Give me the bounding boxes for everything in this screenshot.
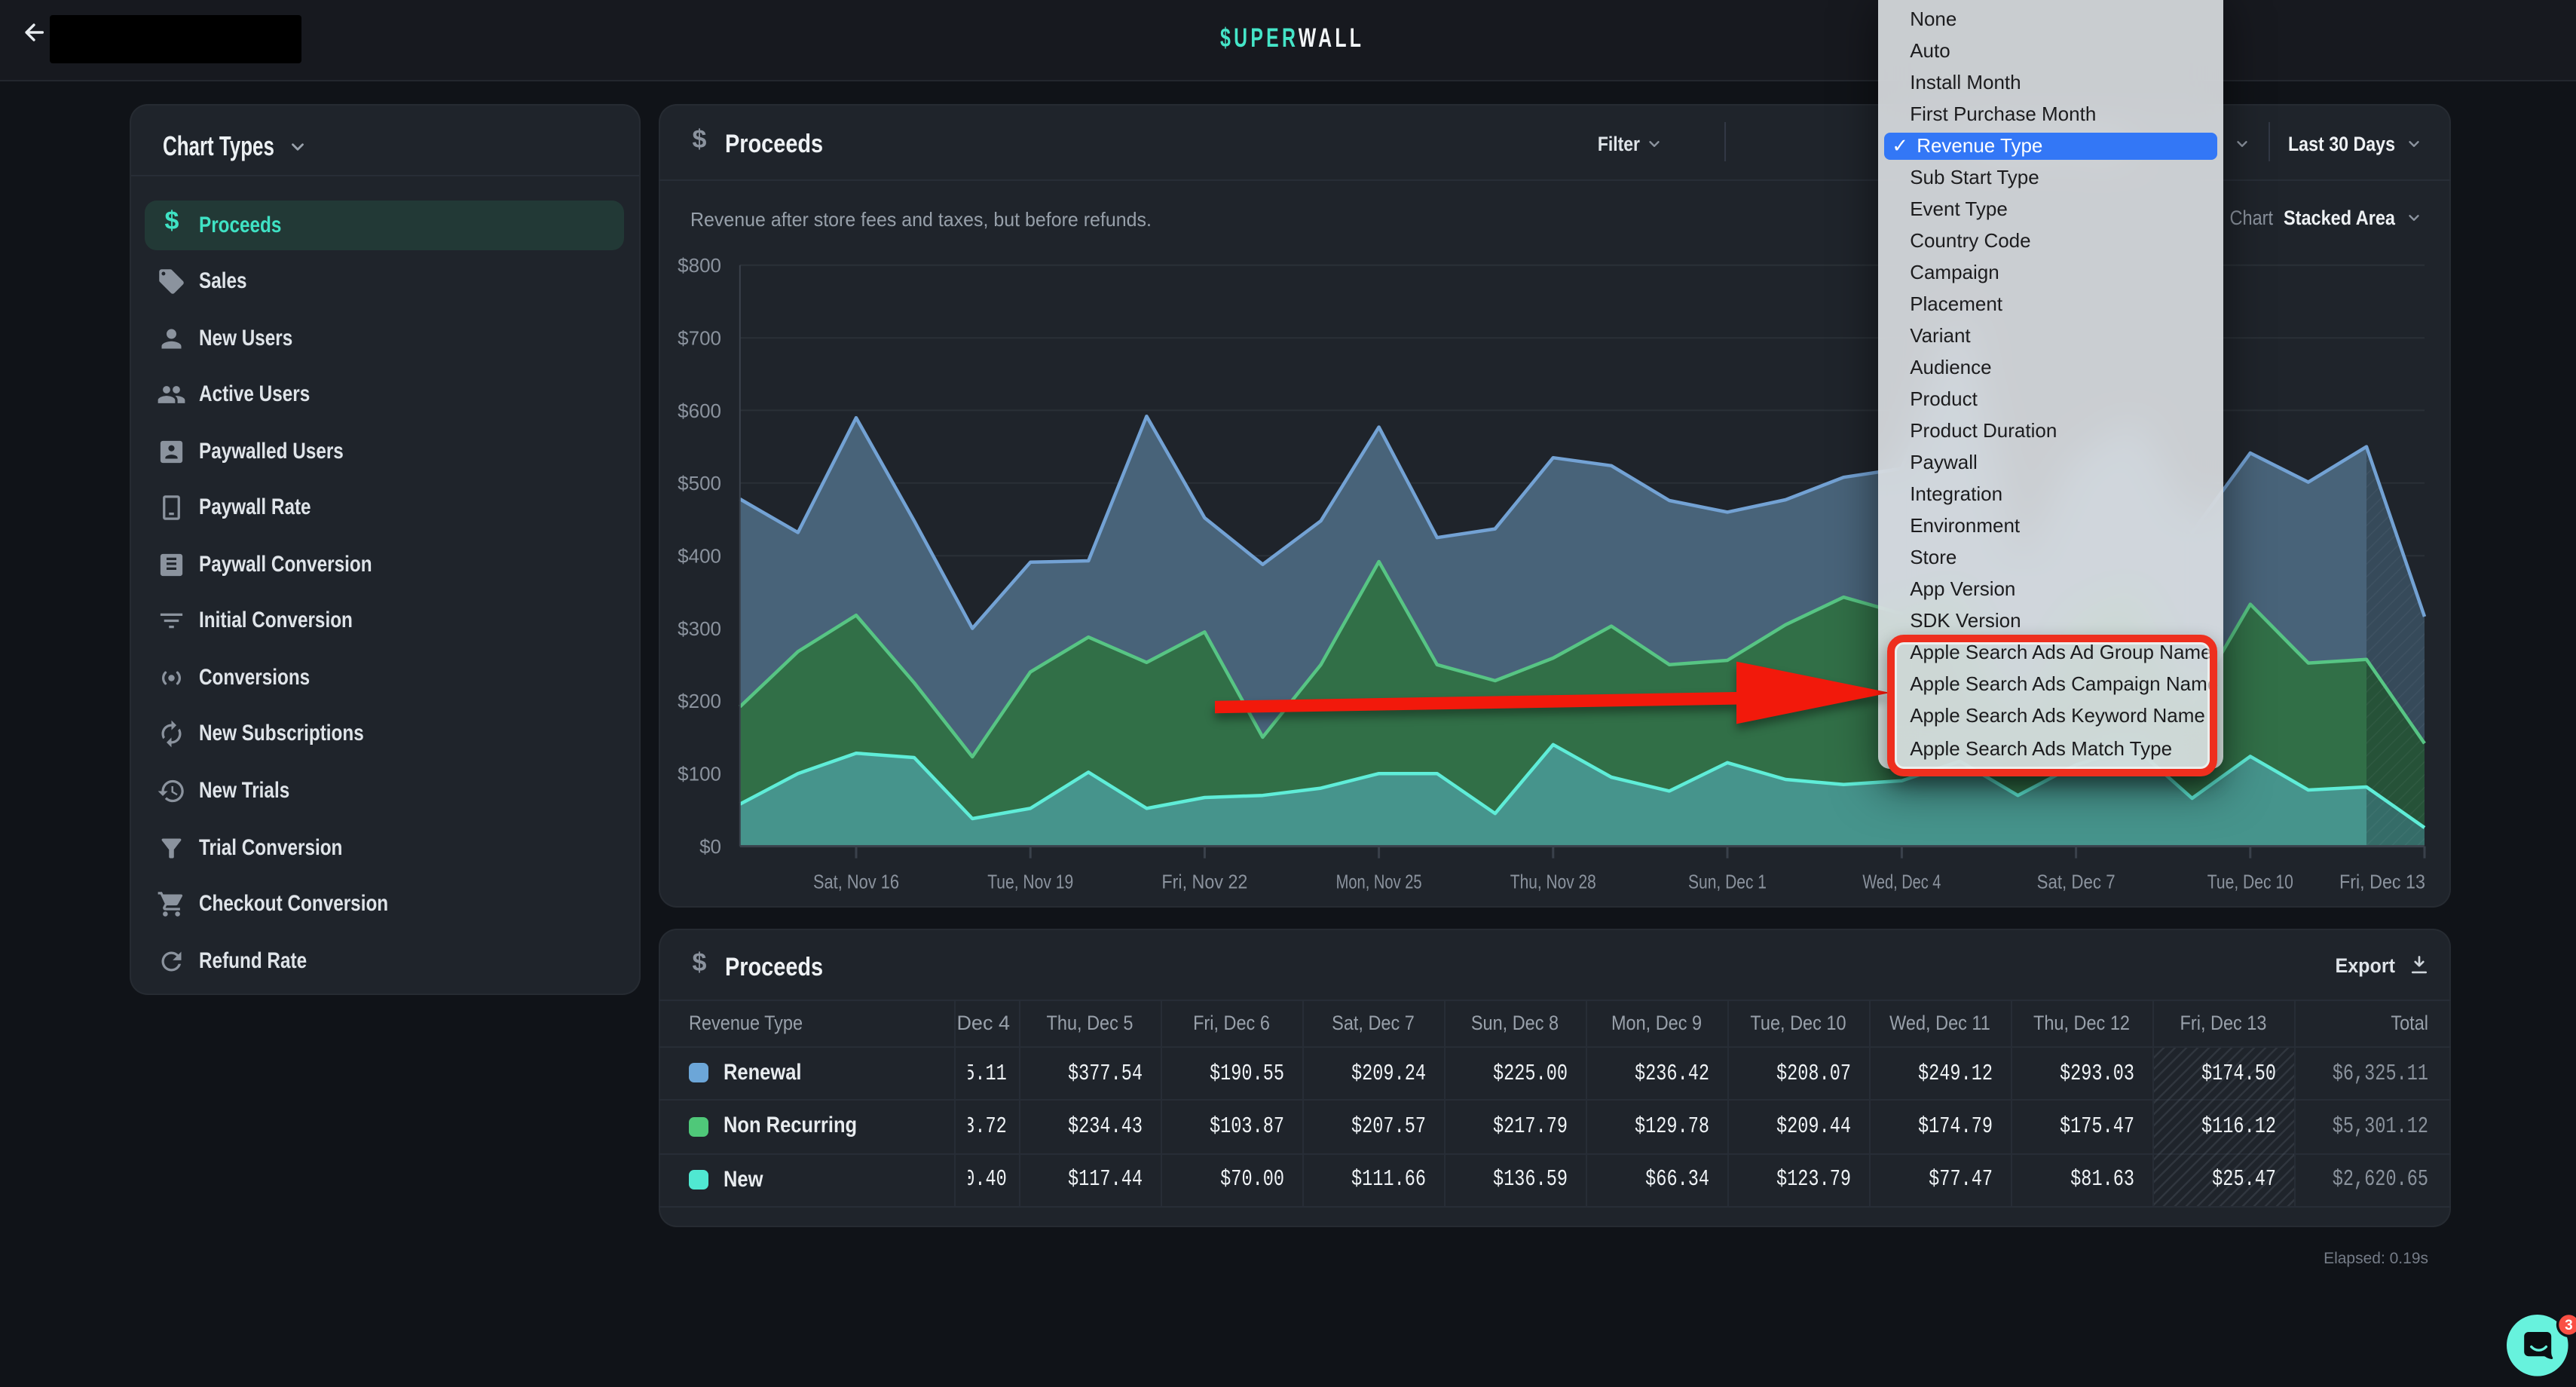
svg-text:$100: $100 bbox=[677, 762, 720, 785]
svg-text:Sun, Dec 1: Sun, Dec 1 bbox=[1687, 871, 1766, 893]
svg-text:$0: $0 bbox=[699, 835, 720, 858]
svg-text:$800: $800 bbox=[677, 254, 720, 277]
svg-text:$200: $200 bbox=[677, 690, 720, 712]
svg-text:$400: $400 bbox=[677, 544, 720, 567]
svg-text:Sat, Nov 16: Sat, Nov 16 bbox=[812, 871, 898, 893]
svg-text:$500: $500 bbox=[677, 472, 720, 494]
svg-text:Mon, Nov 25: Mon, Nov 25 bbox=[1335, 871, 1421, 893]
svg-text:Fri, Dec 13: Fri, Dec 13 bbox=[2339, 871, 2425, 893]
svg-text:Thu, Nov 28: Thu, Nov 28 bbox=[1510, 871, 1595, 893]
svg-text:Tue, Dec 10: Tue, Dec 10 bbox=[2207, 871, 2293, 893]
svg-text:Fri, Nov 22: Fri, Nov 22 bbox=[1161, 871, 1247, 893]
svg-text:Tue, Nov 19: Tue, Nov 19 bbox=[987, 871, 1072, 893]
svg-text:Wed, Dec 4: Wed, Dec 4 bbox=[1862, 871, 1940, 893]
svg-text:3: 3 bbox=[2564, 1318, 2572, 1333]
svg-text:$700: $700 bbox=[677, 326, 720, 349]
svg-text:$300: $300 bbox=[677, 617, 720, 640]
svg-text:Sat, Dec 7: Sat, Dec 7 bbox=[2036, 871, 2115, 893]
svg-text:$600: $600 bbox=[677, 400, 720, 422]
